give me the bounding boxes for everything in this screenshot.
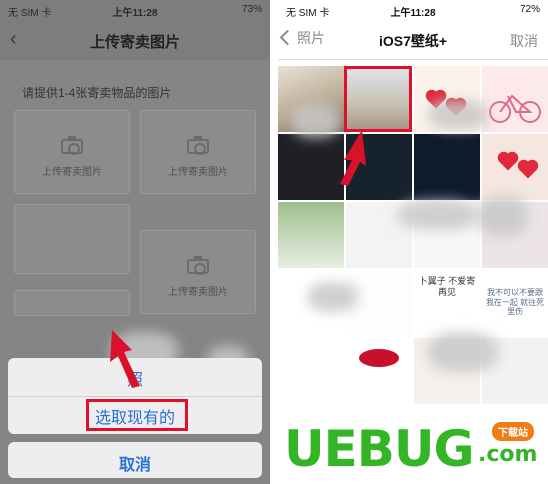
upload-slot-label: 上传寄卖图片 (168, 167, 228, 179)
left-phone-screen: 无 SIM 卡 上午11:28 73% ‹ 上传寄卖图片 请提供1-4张寄卖物品… (0, 0, 270, 484)
photo-thumbnail[interactable] (346, 338, 412, 404)
photo-thumbnail[interactable] (278, 134, 344, 200)
camera-icon (187, 255, 209, 275)
status-bar: 无 SIM 卡 上午11:28 73% (0, 0, 270, 20)
page-title: 上传寄卖图片 (89, 34, 180, 51)
upload-slot-3[interactable] (14, 204, 130, 274)
cancel-sheet: 取消 (8, 442, 262, 478)
album-title: iOS7壁纸+ (378, 33, 448, 49)
watermark-badge: 下载站 (492, 422, 534, 441)
photo-thumbnail[interactable] (482, 66, 548, 132)
watermark-logo: UEBUG (284, 420, 475, 478)
camera-icon (61, 135, 83, 155)
highlight-box (86, 399, 188, 431)
photo-thumbnail[interactable]: 我不可以不要跟我在一起 就往死里伤 (482, 270, 548, 336)
red-arrow-icon (110, 330, 140, 388)
redaction-blur (478, 196, 528, 236)
nav-bar: ‹ 上传寄卖图片 (0, 20, 270, 60)
cancel-button[interactable]: 取消 (510, 31, 538, 51)
photo-thumbnail[interactable] (278, 338, 344, 404)
divider (8, 396, 262, 397)
photo-thumbnail[interactable] (482, 134, 548, 200)
photo-thumbnail[interactable] (278, 202, 344, 268)
lips-icon (359, 349, 399, 367)
watermark-domain: .com (478, 442, 538, 467)
redaction-blur (428, 332, 498, 372)
upload-slot-2[interactable]: 上传寄卖图片 (140, 110, 256, 194)
screenshot-stage: 无 SIM 卡 上午11:28 73% ‹ 上传寄卖图片 请提供1-4张寄卖物品… (0, 0, 548, 484)
nav-bar: 照片 iOS7壁纸+ 取消 (278, 20, 548, 60)
photo-thumbnail[interactable]: 卜翼子 不爱寄 再见 (414, 270, 480, 336)
thumbnail-caption: 我不可以不要跟我在一起 就往死里伤 (485, 288, 545, 317)
cancel-button[interactable]: 取消 (8, 451, 262, 475)
upload-slot-1[interactable]: 上传寄卖图片 (14, 110, 130, 194)
clock: 上午11:28 (112, 8, 158, 19)
upload-slot-label: 上传寄卖图片 (168, 287, 228, 299)
battery-percent: 72% (519, 4, 540, 15)
bicycle-icon (489, 94, 541, 123)
photo-thumbnail[interactable] (414, 134, 480, 200)
heart-icon (499, 153, 517, 171)
redaction-blur (398, 200, 478, 230)
upload-prompt: 请提供1-4张寄卖物品的图片 (22, 86, 172, 100)
redaction-blur (308, 282, 358, 312)
upload-slot-5[interactable] (14, 290, 130, 316)
heart-icon (519, 161, 537, 179)
highlight-box (344, 66, 412, 132)
battery-percent: 73% (241, 4, 262, 15)
watermark: UEBUG .com 下载站 (278, 420, 548, 484)
clock: 上午11:28 (390, 8, 436, 19)
redaction-blur (428, 100, 488, 130)
upload-slot-label: 上传寄卖图片 (42, 167, 102, 179)
thumbnail-caption: 卜翼子 不爱寄 再见 (418, 276, 476, 297)
redaction-blur (292, 104, 340, 138)
red-arrow-icon (340, 130, 366, 186)
camera-icon (187, 135, 209, 155)
upload-slot-4[interactable]: 上传寄卖图片 (140, 230, 256, 314)
right-phone-screen: 无 SIM 卡 上午11:28 72% 照片 iOS7壁纸+ 取消 卜翼子 不爱… (278, 0, 548, 484)
status-bar: 无 SIM 卡 上午11:28 72% (278, 0, 548, 20)
